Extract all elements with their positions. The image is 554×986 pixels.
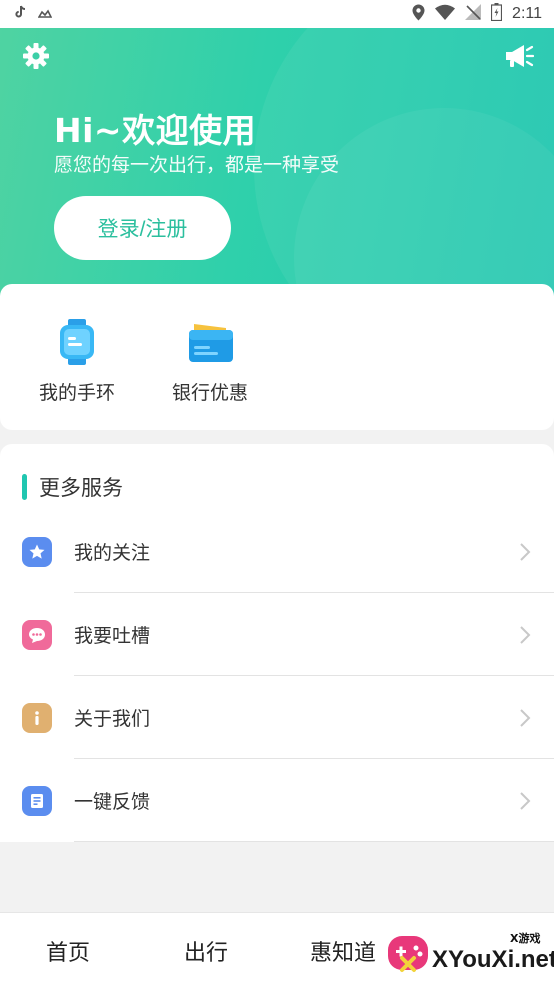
quick-actions-card: 我的手环 银行优惠 [0,284,554,430]
tiktok-icon [14,5,26,23]
service-item-label: 关于我们 [74,708,151,730]
app-icon [37,5,53,23]
login-register-button[interactable]: 登录/注册 [54,196,231,260]
section-title: 更多服务 [39,476,123,500]
nav-item-home[interactable]: 首页 [46,935,90,967]
nav-item-travel[interactable]: 出行 [184,935,228,967]
section-accent-bar [22,474,27,500]
location-icon [412,4,425,25]
service-item-about-us[interactable]: 关于我们 [0,676,554,759]
quick-action-label: 我的手环 [38,382,115,404]
watermark-small-text: X游戏 [510,932,541,945]
status-time: 2:11 [512,5,542,22]
battery-icon [490,3,503,25]
gear-icon[interactable] [22,42,50,70]
service-item-complaints[interactable]: 我要吐槽 [0,593,554,676]
service-item-feedback[interactable]: 一键反馈 [0,759,554,842]
chevron-right-icon [518,542,532,562]
nav-item-know-offers[interactable]: 惠知道 [310,935,376,967]
greeting-subtitle: 愿您的每一次出行，都是一种享受 [54,154,340,176]
chevron-right-icon [518,791,532,811]
info-icon [22,702,52,733]
chat-bubble-icon [22,619,52,650]
service-item-my-follows[interactable]: 我的关注 [0,510,554,593]
chevron-right-icon [518,625,532,645]
smart-band-icon [53,318,101,366]
service-item-label: 我要吐槽 [74,625,151,647]
quick-action-bank-offers[interactable]: 银行优惠 [145,318,275,405]
no-signal-icon [465,4,482,24]
greeting-title: Hi~欢迎使用 [54,111,257,150]
section-header: 更多服务 [22,472,123,502]
chevron-right-icon [518,708,532,728]
status-bar: 2:11 [0,0,554,28]
bank-card-icon [186,318,234,366]
watermark-logo-icon [388,936,428,972]
megaphone-icon[interactable] [504,42,535,70]
watermark-text: XYouXi.net [432,946,554,973]
star-icon [22,536,52,567]
profile-header: Hi~欢迎使用 愿您的每一次出行，都是一种享受 登录/注册 [0,28,554,300]
service-item-label: 我的关注 [74,542,151,564]
site-watermark: X游戏 XYouXi.net [384,928,554,984]
wifi-icon [435,4,456,24]
feedback-document-icon [22,785,52,816]
more-services-section: 更多服务 我的关注 我要吐槽 关于我们 一键反馈 [0,444,554,842]
quick-action-label: 银行优惠 [171,382,248,404]
quick-action-smart-band[interactable]: 我的手环 [12,318,142,405]
service-item-label: 一键反馈 [74,791,151,813]
divider [74,841,554,842]
